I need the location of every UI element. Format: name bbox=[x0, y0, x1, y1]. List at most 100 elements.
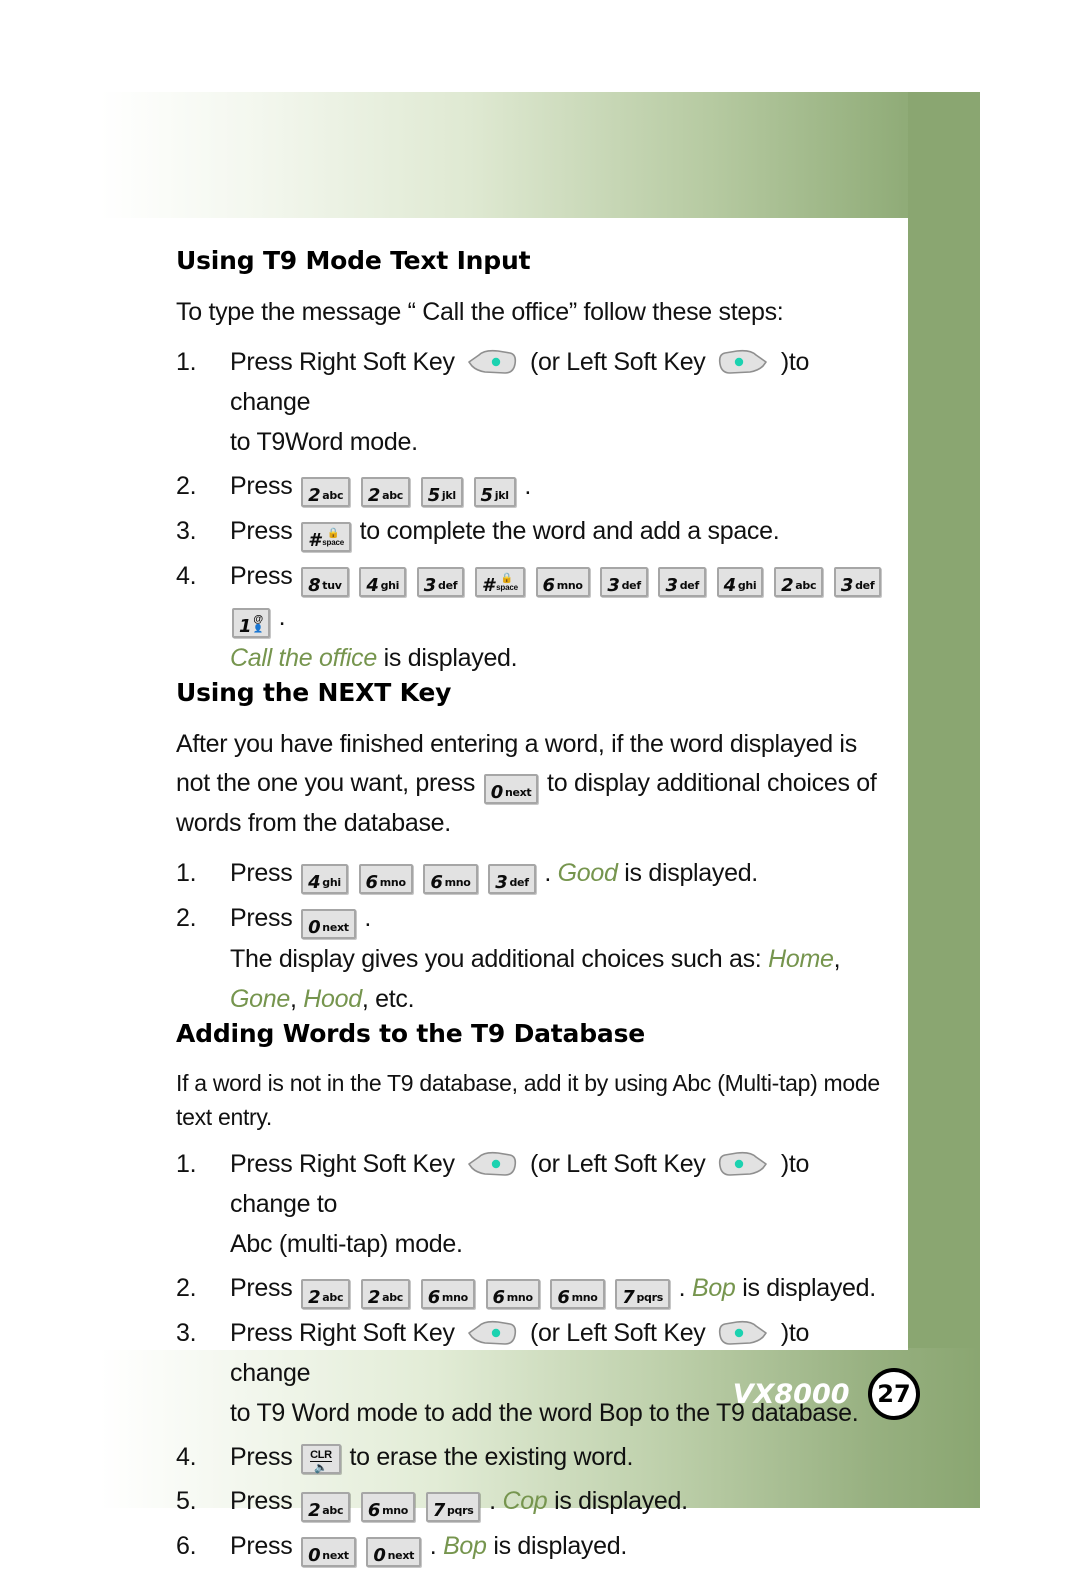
key-digit: 6 bbox=[430, 872, 443, 893]
key-digit: 7 bbox=[622, 1287, 635, 1308]
phone-key-0-next-icon: 0 next bbox=[366, 1537, 422, 1567]
right-soft-key-icon bbox=[465, 1318, 519, 1348]
key-letters: abc bbox=[795, 579, 817, 592]
step-number: 1. bbox=[176, 1150, 197, 1178]
next-key-intro: After you have finished entering a word,… bbox=[176, 725, 890, 843]
displayed-word: Hood bbox=[303, 985, 362, 1013]
detail-text: The display gives you additional choices… bbox=[230, 945, 762, 973]
step-item: 3. Press # 🔒 space to complete the word an… bbox=[176, 511, 890, 552]
step-text: Press Right Soft Key bbox=[230, 1150, 455, 1178]
result-tail: is displayed. bbox=[493, 1532, 627, 1560]
phone-key-3-icon: 3 def bbox=[833, 567, 882, 597]
key-digit: 6 bbox=[367, 1500, 381, 1521]
page-footer: VX8000 27 bbox=[0, 1368, 920, 1428]
step-number: 3. bbox=[176, 517, 197, 545]
phone-key-6-icon: 6 mno bbox=[358, 864, 413, 894]
section-title-next-key: Using the NEXT Key bbox=[176, 678, 452, 707]
next-key-step-list: 1. Press 4 ghi 6 mno 6 mno 3 def . Good is d… bbox=[176, 853, 890, 1019]
voicemail-icon: 👤 bbox=[253, 624, 263, 634]
key-letters: next bbox=[322, 1549, 349, 1562]
displayed-word: Good bbox=[557, 859, 618, 887]
detail-comma: , bbox=[289, 985, 297, 1013]
step-number: 6. bbox=[176, 1532, 197, 1560]
step-number: 3. bbox=[176, 1319, 197, 1347]
step-text: to erase the existing word. bbox=[349, 1443, 634, 1471]
t9-mode-intro: To type the message “ Call the office” f… bbox=[176, 298, 784, 326]
key-letters: abc bbox=[382, 489, 404, 502]
step-separator: . bbox=[544, 859, 551, 887]
phone-key-clr-icon: CLR 🔈 bbox=[301, 1444, 341, 1474]
key-digit: 7 bbox=[432, 1500, 446, 1521]
phone-key-2-icon: 2 abc bbox=[301, 1492, 351, 1522]
key-digit: 3 bbox=[665, 575, 678, 596]
step-detail-line: The display gives you additional choices… bbox=[230, 939, 890, 979]
step-item: 5. Press 2 abc 6 mno 7 pqrs . Cop is displa… bbox=[176, 1481, 890, 1522]
key-letters: mno bbox=[441, 1291, 468, 1304]
key-stacked-label: 🔒 space bbox=[322, 528, 344, 548]
result-tail: is displayed. bbox=[383, 644, 518, 672]
step-text: Press bbox=[230, 1487, 293, 1515]
phone-key-4-icon: 4 ghi bbox=[301, 864, 348, 894]
key-digit: 2 bbox=[367, 485, 381, 506]
key-digit: 0 bbox=[308, 917, 321, 938]
phone-key-0-next-icon: 0 next bbox=[483, 774, 539, 804]
key-letters: space bbox=[496, 583, 518, 593]
step-text: to complete the word and add a space. bbox=[359, 517, 780, 545]
key-digit: 4 bbox=[723, 575, 737, 596]
phone-key-6-icon: 6 mno bbox=[423, 864, 478, 894]
step-separator: . bbox=[678, 1274, 686, 1302]
left-soft-key-icon bbox=[716, 1318, 770, 1348]
right-soft-key-icon bbox=[465, 1149, 519, 1179]
key-letters: mno bbox=[444, 876, 471, 889]
step-number: 4. bbox=[176, 562, 197, 590]
key-digit: 3 bbox=[607, 575, 620, 596]
step-text: Press bbox=[230, 859, 293, 887]
phone-key-7-icon: 7 pqrs bbox=[425, 1492, 481, 1522]
key-letters: jkl bbox=[441, 489, 456, 502]
phone-key-1-voicemail-icon: 1 @ 👤 bbox=[232, 608, 270, 638]
step-text: Press Right Soft Key bbox=[230, 348, 455, 376]
step-text: Press bbox=[230, 562, 293, 590]
t9-mode-step-list: 1. Press Right Soft Key (or Left Soft Ke… bbox=[176, 342, 890, 678]
key-letters: ghi bbox=[737, 579, 757, 592]
step-item: 1. Press Right Soft Key (or Left Soft Ke… bbox=[176, 342, 890, 462]
key-letters: next bbox=[322, 921, 349, 934]
step-text: Press Right Soft Key bbox=[230, 1319, 455, 1347]
key-digit: 6 bbox=[427, 1287, 441, 1308]
key-digit: 8 bbox=[308, 575, 321, 596]
detail-tail: , etc. bbox=[361, 985, 415, 1013]
key-letters: ghi bbox=[322, 876, 341, 889]
step-number: 2. bbox=[176, 904, 197, 932]
step-text: Press bbox=[230, 472, 293, 500]
step-text: (or Left Soft Key bbox=[529, 1319, 706, 1347]
detail-comma: , bbox=[833, 945, 841, 973]
key-digit: 1 bbox=[239, 616, 252, 637]
step-text: Press bbox=[230, 904, 293, 932]
key-letters: abc bbox=[322, 1504, 344, 1517]
key-digit: 2 bbox=[308, 1500, 321, 1521]
step-item: 6. Press 0 next 0 next . Bop is displayed. bbox=[176, 1526, 890, 1567]
phone-key-2-icon: 2 abc bbox=[360, 1279, 411, 1309]
phone-key-2-icon: 2 abc bbox=[360, 477, 411, 507]
key-digit: 3 bbox=[840, 575, 854, 596]
key-letters: def bbox=[855, 579, 875, 592]
key-letters: mno bbox=[571, 1291, 598, 1304]
step-number: 1. bbox=[176, 859, 197, 887]
step-number: 2. bbox=[176, 1274, 197, 1302]
section-title-t9-mode: Using T9 Mode Text Input bbox=[176, 246, 531, 275]
step-text: Press bbox=[230, 1274, 293, 1302]
displayed-word: Bop bbox=[443, 1532, 487, 1560]
key-digit: # bbox=[481, 575, 495, 596]
key-letters: jkl bbox=[494, 489, 509, 502]
displayed-word: Gone bbox=[230, 985, 290, 1013]
phone-key-6-icon: 6 mno bbox=[420, 1279, 475, 1309]
phone-key-4-icon: 4 ghi bbox=[716, 567, 764, 597]
lock-icon: 🔒 bbox=[327, 528, 340, 540]
key-letters: mno bbox=[382, 1504, 409, 1517]
key-letters: def bbox=[509, 876, 529, 889]
step-text: (or Left Soft Key bbox=[529, 348, 706, 376]
key-digit: 6 bbox=[542, 575, 556, 596]
phone-key-5-icon: 5 jkl bbox=[420, 477, 463, 507]
key-digit: 4 bbox=[366, 575, 379, 596]
key-letters: abc bbox=[322, 1291, 344, 1304]
